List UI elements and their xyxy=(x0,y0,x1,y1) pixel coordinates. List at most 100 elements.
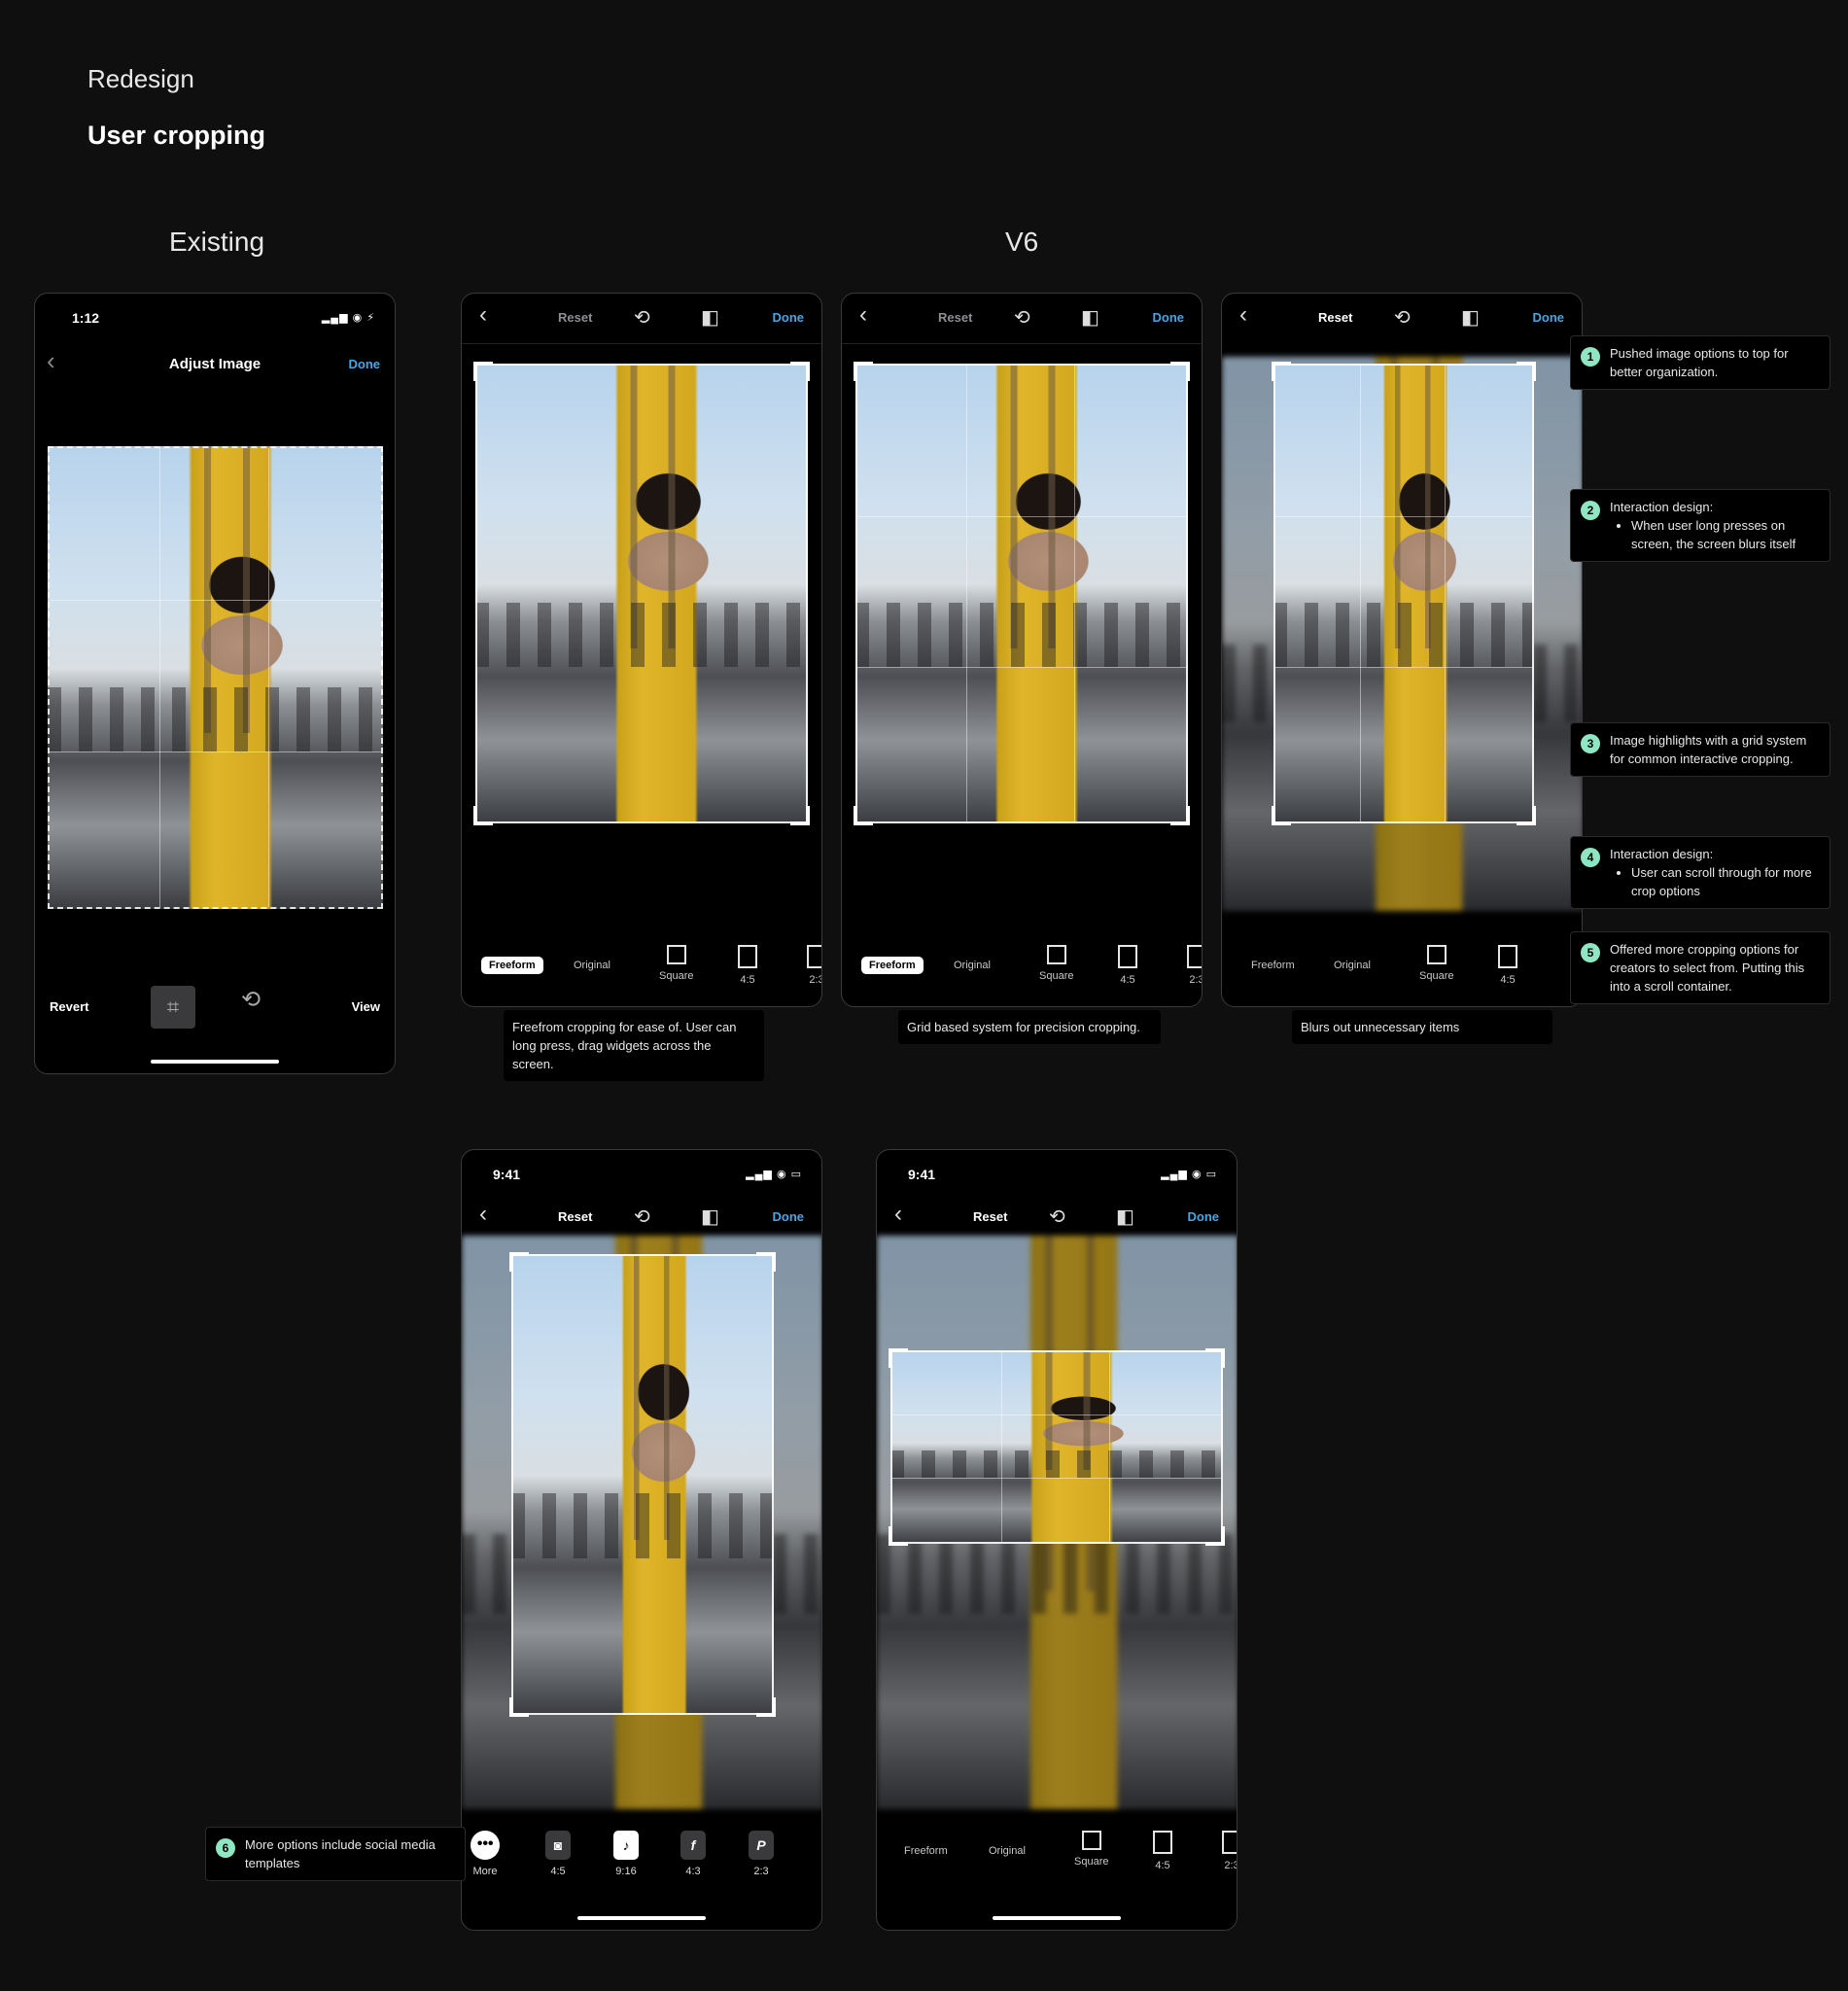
crop-tool-icon[interactable]: ⌗ xyxy=(151,986,195,1029)
original-option[interactable]: Original xyxy=(989,1845,1026,1857)
flip-icon[interactable]: ◧ xyxy=(701,1205,719,1229)
back-icon[interactable]: ‹ xyxy=(859,301,867,329)
flip-icon[interactable]: ◧ xyxy=(1081,305,1099,330)
ratio-2-3-option[interactable]: 2:3 xyxy=(1222,1831,1237,1871)
column-label-v6: V6 xyxy=(1005,227,1039,257)
home-indicator xyxy=(151,1060,279,1064)
crop-toolbar: ‹ Reset ⟲ ◧ Done xyxy=(462,294,821,344)
crop-frame[interactable] xyxy=(509,1252,776,1717)
ratio-4-5-option[interactable]: 4:5 xyxy=(1153,1831,1172,1871)
square-option[interactable]: Square xyxy=(659,945,693,982)
v6-phone-square: 9:41 ▂▄▆ ◉ ▭ ‹ Reset ⟲ ◧ Done Freeform O… xyxy=(876,1149,1238,1931)
revert-button[interactable]: Revert xyxy=(50,999,88,1014)
more-templates[interactable]: ••• More xyxy=(466,1831,505,1877)
status-icons: ▂▄▆ ◉ ▭ xyxy=(1161,1169,1217,1180)
crop-toolbar: ‹ Reset ⟲ ◧ Done xyxy=(1222,294,1582,344)
flip-icon[interactable]: ◧ xyxy=(701,305,719,330)
freeform-option[interactable]: Freeform xyxy=(904,1845,948,1857)
rotate-icon[interactable]: ⟲ xyxy=(1049,1205,1065,1229)
crop-options: Freeform Original Square 4:5 2:3 xyxy=(877,1831,1237,1889)
done-button[interactable]: Done xyxy=(1188,1209,1220,1224)
status-icons: ▂▄▆ ◉ ▭ xyxy=(746,1169,802,1180)
ratio-4-5-option[interactable]: 4:5 xyxy=(738,945,757,986)
freeform-option[interactable]: Freeform xyxy=(861,957,924,974)
done-button[interactable]: Done xyxy=(773,1209,805,1224)
v6-phone-templates: 9:41 ▂▄▆ ◉ ▭ ‹ Reset ⟲ ◧ Done ••• More ◙ 4… xyxy=(461,1149,822,1931)
square-option[interactable]: Square xyxy=(1074,1831,1108,1868)
rotate-icon[interactable]: ⟲ xyxy=(634,305,650,330)
back-icon[interactable]: ‹ xyxy=(1239,301,1247,329)
facebook-icon: f xyxy=(680,1831,706,1860)
crop-options: Freeform Original Square 4:5 2:3 xyxy=(842,945,1202,1003)
back-icon[interactable]: ‹ xyxy=(479,1201,487,1228)
reset-button[interactable]: Reset xyxy=(1318,310,1352,325)
v6-phone-freeform: ‹ Reset ⟲ ◧ Done Freeform Original Squar… xyxy=(461,293,822,1007)
crop-frame[interactable] xyxy=(854,362,1190,825)
ratio-2-3-option[interactable]: 2:3 xyxy=(807,945,821,986)
rotate-icon[interactable]: ⟲ xyxy=(1394,305,1411,330)
v6-phone-blur: ‹ Reset ⟲ ◧ Done Freeform Original Squar… xyxy=(1221,293,1583,1007)
note-5: 5 Offered more cropping options for creat… xyxy=(1570,931,1831,1004)
crop-frame[interactable] xyxy=(1272,362,1536,825)
caption-grid: Grid based system for precision cropping… xyxy=(898,1010,1161,1044)
crop-frame[interactable] xyxy=(473,362,810,825)
original-option[interactable]: Original xyxy=(574,960,610,971)
note-2: 2Interaction design: When user long pres… xyxy=(1570,489,1831,562)
reset-button[interactable]: Reset xyxy=(558,310,592,325)
ratio-2-3-option[interactable]: 2:3 xyxy=(1187,945,1202,986)
note-6: 6 More options include social media templ… xyxy=(205,1827,466,1881)
crop-options: Freeform Original Square 4:5 2:3 xyxy=(462,945,821,1003)
note-4: 4Interaction design: User can scroll thr… xyxy=(1570,836,1831,909)
tiktok-icon: ♪ xyxy=(613,1831,639,1860)
section-label: Redesign xyxy=(87,64,194,93)
template-instagram[interactable]: ◙ 4:5 xyxy=(539,1831,577,1877)
instagram-icon: ◙ xyxy=(545,1831,571,1860)
home-indicator xyxy=(993,1916,1121,1920)
done-button[interactable]: Done xyxy=(773,310,805,325)
status-icons: ▂▄▆ ◉ ⚡ xyxy=(321,312,375,324)
square-option[interactable]: Square xyxy=(1039,945,1073,982)
square-option[interactable]: Square xyxy=(1419,945,1453,982)
crop-frame[interactable] xyxy=(889,1348,1225,1546)
done-button[interactable]: Done xyxy=(1533,310,1565,325)
crop-toolbar: ‹ Reset ⟲ ◧ Done xyxy=(842,294,1202,344)
column-label-existing: Existing xyxy=(169,227,265,257)
page-title: User cropping xyxy=(87,121,266,150)
ratio-4-5-option[interactable]: 4:5 xyxy=(1118,945,1137,986)
view-button[interactable]: View xyxy=(352,999,380,1014)
rotate-icon[interactable]: ⟲ xyxy=(634,1205,650,1229)
original-option[interactable]: Original xyxy=(1334,960,1371,971)
freeform-option[interactable]: Freeform xyxy=(481,957,543,974)
more-icon: ••• xyxy=(471,1831,500,1860)
pinterest-icon: P xyxy=(749,1831,774,1860)
reset-button[interactable]: Reset xyxy=(973,1209,1007,1224)
reset-button[interactable]: Reset xyxy=(558,1209,592,1224)
reset-button[interactable]: Reset xyxy=(938,310,972,325)
template-pinterest[interactable]: P 2:3 xyxy=(742,1831,781,1877)
existing-phone: 1:12 ▂▄▆ ◉ ⚡ ‹ Adjust Image Done Revert … xyxy=(34,293,396,1074)
rotate-icon[interactable]: ⟲ xyxy=(1014,305,1030,330)
v6-phone-grid: ‹ Reset ⟲ ◧ Done Freeform Original Squar… xyxy=(841,293,1203,1007)
existing-done-button[interactable]: Done xyxy=(349,357,381,371)
status-bar: 9:41 ▂▄▆ ◉ ▭ xyxy=(877,1150,1237,1197)
note-1: 1 Pushed image options to top for better … xyxy=(1570,335,1831,390)
crop-frame[interactable] xyxy=(48,446,383,909)
caption-blur: Blurs out unnecessary items xyxy=(1292,1010,1552,1044)
done-button[interactable]: Done xyxy=(1153,310,1185,325)
caption-freeform: Freefrom cropping for ease of. User can … xyxy=(504,1010,764,1081)
freeform-option[interactable]: Freeform xyxy=(1251,960,1295,971)
home-indicator xyxy=(577,1916,706,1920)
back-icon[interactable]: ‹ xyxy=(479,301,487,329)
flip-icon[interactable]: ◧ xyxy=(1461,305,1480,330)
template-facebook[interactable]: f 4:3 xyxy=(674,1831,713,1877)
ratio-4-5-option[interactable]: 4:5 xyxy=(1498,945,1517,986)
status-time: 1:12 xyxy=(72,310,100,326)
adjust-image-title: Adjust Image xyxy=(168,356,262,372)
template-tiktok[interactable]: ♪ 9:16 xyxy=(607,1831,645,1877)
rotate-icon[interactable]: ⟲ xyxy=(241,986,261,1014)
crop-options: Freeform Original Square 4:5 xyxy=(1222,945,1582,1003)
back-icon[interactable]: ‹ xyxy=(894,1201,902,1228)
original-option[interactable]: Original xyxy=(954,960,991,971)
flip-icon[interactable]: ◧ xyxy=(1116,1205,1134,1229)
status-bar: 9:41 ▂▄▆ ◉ ▭ xyxy=(462,1150,821,1197)
